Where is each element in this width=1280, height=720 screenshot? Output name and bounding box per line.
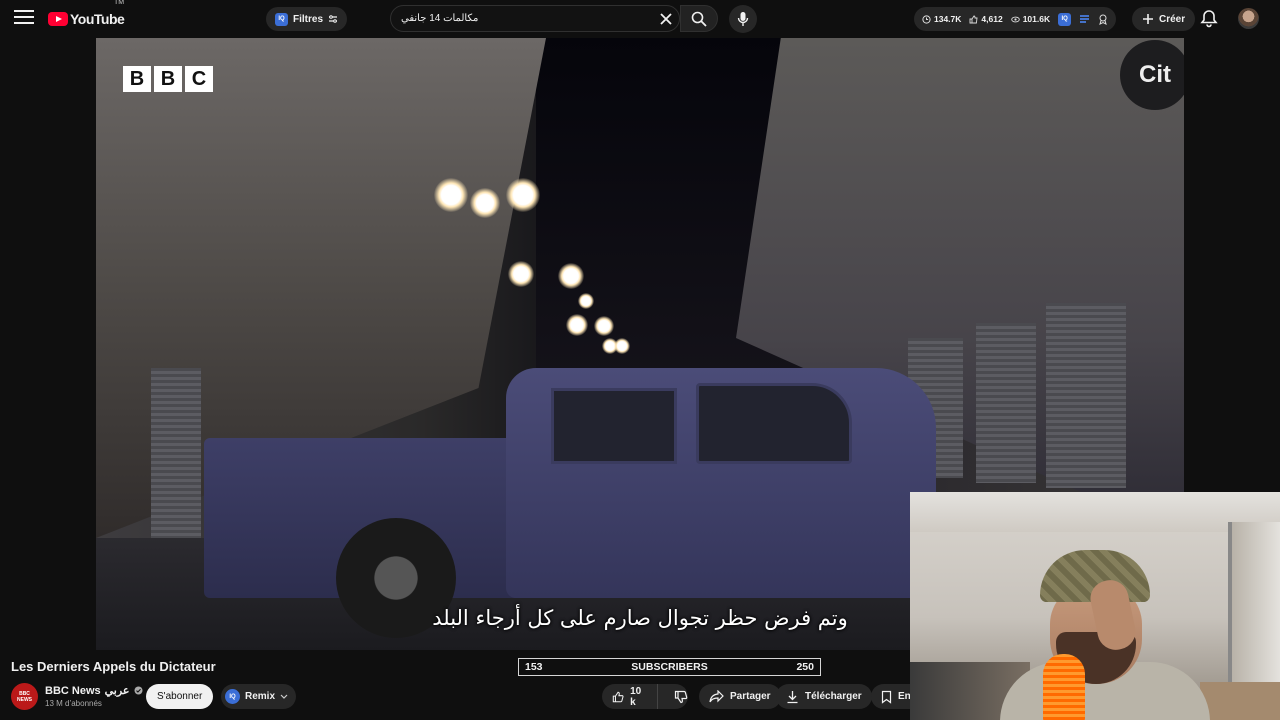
truck-window (551, 388, 677, 464)
truck-window (696, 383, 852, 464)
share-button[interactable]: Partager (699, 684, 781, 709)
verified-icon (134, 686, 142, 695)
stat-other: 101.6K (1010, 14, 1051, 24)
mic-icon (737, 12, 749, 26)
street-lamp (614, 338, 630, 354)
channel-name-text: BBC News (45, 684, 101, 697)
logo-trademark: TM (114, 0, 125, 6)
street-lamp (566, 314, 588, 336)
search-input[interactable]: مكالمات 14 جانفي (390, 5, 680, 32)
webcam-overlay (910, 492, 1280, 720)
street-lamp (578, 293, 594, 309)
filters-button[interactable]: IQ Filtres (266, 7, 348, 31)
share-label: Partager (730, 691, 771, 702)
create-plus-icon (1143, 14, 1153, 24)
subscriber-counter-bar: 153 SUBSCRIBERS 250 (518, 658, 821, 676)
street-lamp (508, 261, 534, 287)
stat-other-value: 101.6K (1022, 14, 1051, 24)
shutter (151, 368, 201, 538)
dislike-button[interactable] (664, 690, 688, 704)
share-icon (709, 690, 724, 703)
youtube-logo[interactable]: YouTube (48, 9, 125, 29)
filter-sliders-icon (329, 15, 338, 23)
bell-icon[interactable] (1200, 9, 1218, 28)
street-lamp (470, 188, 500, 218)
bookmark-icon (881, 690, 892, 704)
search-icon (691, 11, 707, 27)
bbc-logo: B B C (123, 66, 213, 92)
street-lamp (506, 178, 540, 212)
webcam-shelf (1200, 682, 1280, 720)
webcam-ceiling (910, 492, 1280, 532)
thumb-up-icon (969, 15, 978, 23)
counter-left: 153 (525, 661, 543, 673)
shutter (976, 323, 1036, 483)
counter-label: SUBSCRIBERS (631, 661, 708, 673)
remix-label: Remix (245, 691, 276, 702)
like-button[interactable]: 10 k (602, 684, 658, 709)
webcam-microphone (1043, 654, 1085, 720)
clear-icon[interactable] (657, 10, 675, 28)
remix-button[interactable]: IQ Remix (221, 684, 297, 709)
street-lamp (594, 316, 614, 336)
youtube-logo-icon (48, 12, 68, 26)
stats-widget[interactable]: 134.7K 4,612 101.6K IQ (914, 7, 1117, 31)
stat-likes: 4,612 (969, 14, 1003, 24)
download-button[interactable]: Télécharger (776, 684, 872, 709)
channel-name-suffix: عربي (104, 685, 130, 697)
download-icon (787, 690, 798, 703)
channel-avatar[interactable]: BBC NEWS (11, 683, 38, 710)
account-avatar[interactable] (1238, 8, 1259, 29)
masthead: YouTube TM IQ Filtres مكالمات 14 جانفي 1… (0, 0, 1280, 37)
download-label: Télécharger (805, 691, 862, 702)
filters-label: Filtres (293, 13, 324, 25)
award-icon[interactable] (1098, 14, 1108, 25)
voice-search-button[interactable] (729, 5, 757, 33)
video-title: Les Derniers Appels du Dictateur (11, 659, 216, 674)
clock-icon (922, 14, 931, 24)
thumb-down-icon (674, 690, 688, 703)
stat-likes-value: 4,612 (981, 14, 1003, 24)
street-lamp (434, 178, 468, 212)
save-label: En (898, 691, 911, 702)
chevron-down-icon (280, 694, 288, 699)
create-label: Créer (1159, 13, 1186, 25)
stack-icon[interactable] (1079, 14, 1090, 24)
search-button[interactable] (680, 5, 718, 32)
iq-badge: IQ (225, 689, 240, 704)
like-dislike-group: 10 k (602, 684, 688, 709)
eye-icon (1010, 16, 1020, 22)
counter-right: 250 (796, 661, 814, 673)
bbc-letter: B (123, 66, 151, 92)
iq-badge: IQ (275, 12, 288, 26)
thumb-up-icon (612, 691, 624, 702)
stat-views-value: 134.7K (934, 14, 962, 24)
store-sign: Cit (1120, 40, 1184, 110)
iq-badge[interactable]: IQ (1058, 12, 1072, 26)
stat-views: 134.7K (922, 14, 961, 24)
subscribe-button[interactable]: S'abonner (146, 684, 214, 709)
search-query: مكالمات 14 جانفي (401, 13, 479, 24)
menu-icon[interactable] (14, 10, 34, 26)
create-button[interactable]: Créer (1132, 7, 1196, 31)
channel-avatar-bottom: NEWS (17, 696, 32, 703)
shutter (1046, 303, 1126, 488)
channel-subscribers: 13 M d’abonnés (45, 699, 102, 708)
logo-text: YouTube (70, 11, 125, 27)
bbc-letter: C (185, 66, 213, 92)
bbc-letter: B (154, 66, 182, 92)
street-lamp (558, 263, 584, 289)
like-count: 10 k (630, 685, 642, 708)
channel-name[interactable]: BBC News عربي (45, 684, 143, 697)
